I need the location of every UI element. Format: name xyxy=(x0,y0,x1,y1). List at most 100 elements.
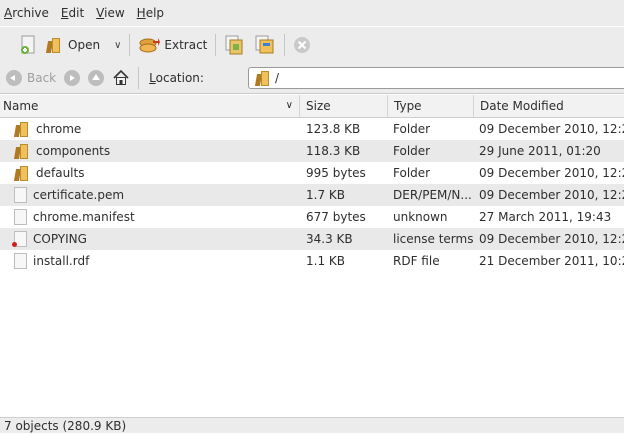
toolbar-separator xyxy=(129,34,131,56)
file-date: 09 December 2010, 12:24 xyxy=(479,232,624,246)
table-row[interactable]: components 118.3 KB Folder 29 June 2011,… xyxy=(0,140,624,162)
forward-arrow-icon xyxy=(64,70,81,86)
chevron-down-icon: ∨ xyxy=(114,39,122,51)
folder-icon xyxy=(14,143,30,159)
back-label: Back xyxy=(27,71,57,85)
folder-icon xyxy=(14,121,30,137)
up-button[interactable] xyxy=(84,70,108,86)
file-type: DER/PEM/N... xyxy=(393,188,472,202)
file-size: 995 bytes xyxy=(306,166,366,180)
row-name-cell: chrome.manifest xyxy=(0,206,300,228)
open-label: Open xyxy=(68,38,101,52)
row-name-cell: chrome xyxy=(0,118,300,140)
folder-icon xyxy=(14,165,30,181)
file-size: 118.3 KB xyxy=(306,144,361,158)
file-name: components xyxy=(36,144,111,158)
stop-button[interactable] xyxy=(289,30,315,60)
location-input[interactable]: / xyxy=(248,67,624,89)
extract-label: Extract xyxy=(164,38,208,52)
file-size: 1.1 KB xyxy=(306,254,345,268)
stop-icon xyxy=(294,37,311,53)
file-icon xyxy=(14,253,27,269)
up-arrow-icon xyxy=(88,70,105,86)
file-type: Folder xyxy=(393,144,431,158)
file-size: 34.3 KB xyxy=(306,232,353,246)
file-type: RDF file xyxy=(393,254,440,268)
file-type: Folder xyxy=(393,166,431,180)
column-name-label: Name xyxy=(3,99,39,113)
file-name: COPYING xyxy=(33,232,87,246)
toolbar-separator xyxy=(284,34,286,56)
file-date: 27 March 2011, 19:43 xyxy=(479,210,612,224)
file-list-header: Name ∨ Size Type Date Modified xyxy=(0,95,624,118)
column-header-name[interactable]: Name ∨ xyxy=(0,95,300,117)
table-row[interactable]: chrome 123.8 KB Folder 09 December 2010,… xyxy=(0,118,624,140)
location-path: / xyxy=(275,71,280,85)
file-list: chrome 123.8 KB Folder 09 December 2010,… xyxy=(0,118,624,272)
file-size: 1.7 KB xyxy=(306,188,345,202)
file-date: 09 December 2010, 12:24 xyxy=(479,122,624,136)
file-date: 09 December 2010, 12:24 xyxy=(479,188,624,202)
menu-archive[interactable]: Archive xyxy=(0,0,55,26)
home-icon xyxy=(113,69,129,85)
file-date: 09 December 2010, 12:24 xyxy=(479,166,624,180)
row-name-cell: components xyxy=(0,140,300,162)
file-type: license terms xyxy=(393,232,474,246)
add-folder-icon xyxy=(255,35,274,54)
column-header-type[interactable]: Type xyxy=(388,95,474,117)
home-button[interactable] xyxy=(108,69,134,87)
column-date-label: Date Modified xyxy=(480,99,564,113)
toolbar-separator xyxy=(215,34,217,56)
new-archive-button[interactable] xyxy=(16,30,42,60)
extract-button[interactable]: Extract xyxy=(134,30,211,60)
back-button[interactable]: Back xyxy=(2,70,60,86)
location-label: Location: xyxy=(149,71,204,85)
table-row[interactable]: chrome.manifest 677 bytes unknown 27 Mar… xyxy=(0,206,624,228)
row-name-cell: COPYING xyxy=(0,228,300,250)
column-header-date[interactable]: Date Modified xyxy=(474,95,624,117)
license-file-icon xyxy=(12,231,27,247)
table-row[interactable]: COPYING 34.3 KB license terms 09 Decembe… xyxy=(0,228,624,250)
open-dropdown-button[interactable]: ∨ xyxy=(104,30,125,60)
add-files-button[interactable] xyxy=(220,30,250,60)
row-name-cell: defaults xyxy=(0,162,300,184)
folder-icon xyxy=(255,70,271,86)
file-name: chrome.manifest xyxy=(33,210,135,224)
sort-chevron-icon: ∨ xyxy=(285,100,293,111)
toolbar: Open ∨ Extract xyxy=(0,27,624,63)
extract-icon xyxy=(139,38,161,53)
column-header-size[interactable]: Size xyxy=(300,95,388,117)
file-icon xyxy=(14,187,27,203)
file-date: 21 December 2011, 10:26 xyxy=(479,254,624,268)
file-name: chrome xyxy=(36,122,82,136)
add-files-icon xyxy=(225,35,243,55)
file-name: install.rdf xyxy=(33,254,90,268)
file-date: 29 June 2011, 01:20 xyxy=(479,144,601,158)
new-archive-icon xyxy=(21,35,35,54)
file-name: certificate.pem xyxy=(33,188,125,202)
forward-button[interactable] xyxy=(60,70,84,86)
file-size: 123.8 KB xyxy=(306,122,361,136)
location-bar: Back Location: / xyxy=(0,63,624,94)
table-row[interactable]: certificate.pem 1.7 KB DER/PEM/N... 09 D… xyxy=(0,184,624,206)
add-folder-button[interactable] xyxy=(250,30,280,60)
row-name-cell: certificate.pem xyxy=(0,184,300,206)
table-row[interactable]: install.rdf 1.1 KB RDF file 21 December … xyxy=(0,250,624,272)
column-type-label: Type xyxy=(394,99,422,113)
toolbar-separator xyxy=(138,67,140,89)
file-icon xyxy=(14,209,27,225)
file-type: Folder xyxy=(393,122,431,136)
menu-edit[interactable]: Edit xyxy=(55,0,90,26)
file-size: 677 bytes xyxy=(306,210,366,224)
file-type: unknown xyxy=(393,210,448,224)
status-text: 7 objects (280.9 KB) xyxy=(4,419,127,433)
open-button[interactable]: Open xyxy=(42,30,104,60)
back-arrow-icon xyxy=(6,70,22,86)
column-size-label: Size xyxy=(306,99,331,113)
menu-help[interactable]: Help xyxy=(131,0,170,26)
open-folder-icon xyxy=(46,37,62,53)
file-name: defaults xyxy=(36,166,85,180)
menu-view[interactable]: View xyxy=(90,0,130,26)
table-row[interactable]: defaults 995 bytes Folder 09 December 20… xyxy=(0,162,624,184)
menu-bar: Archive Edit View Help xyxy=(0,0,624,26)
